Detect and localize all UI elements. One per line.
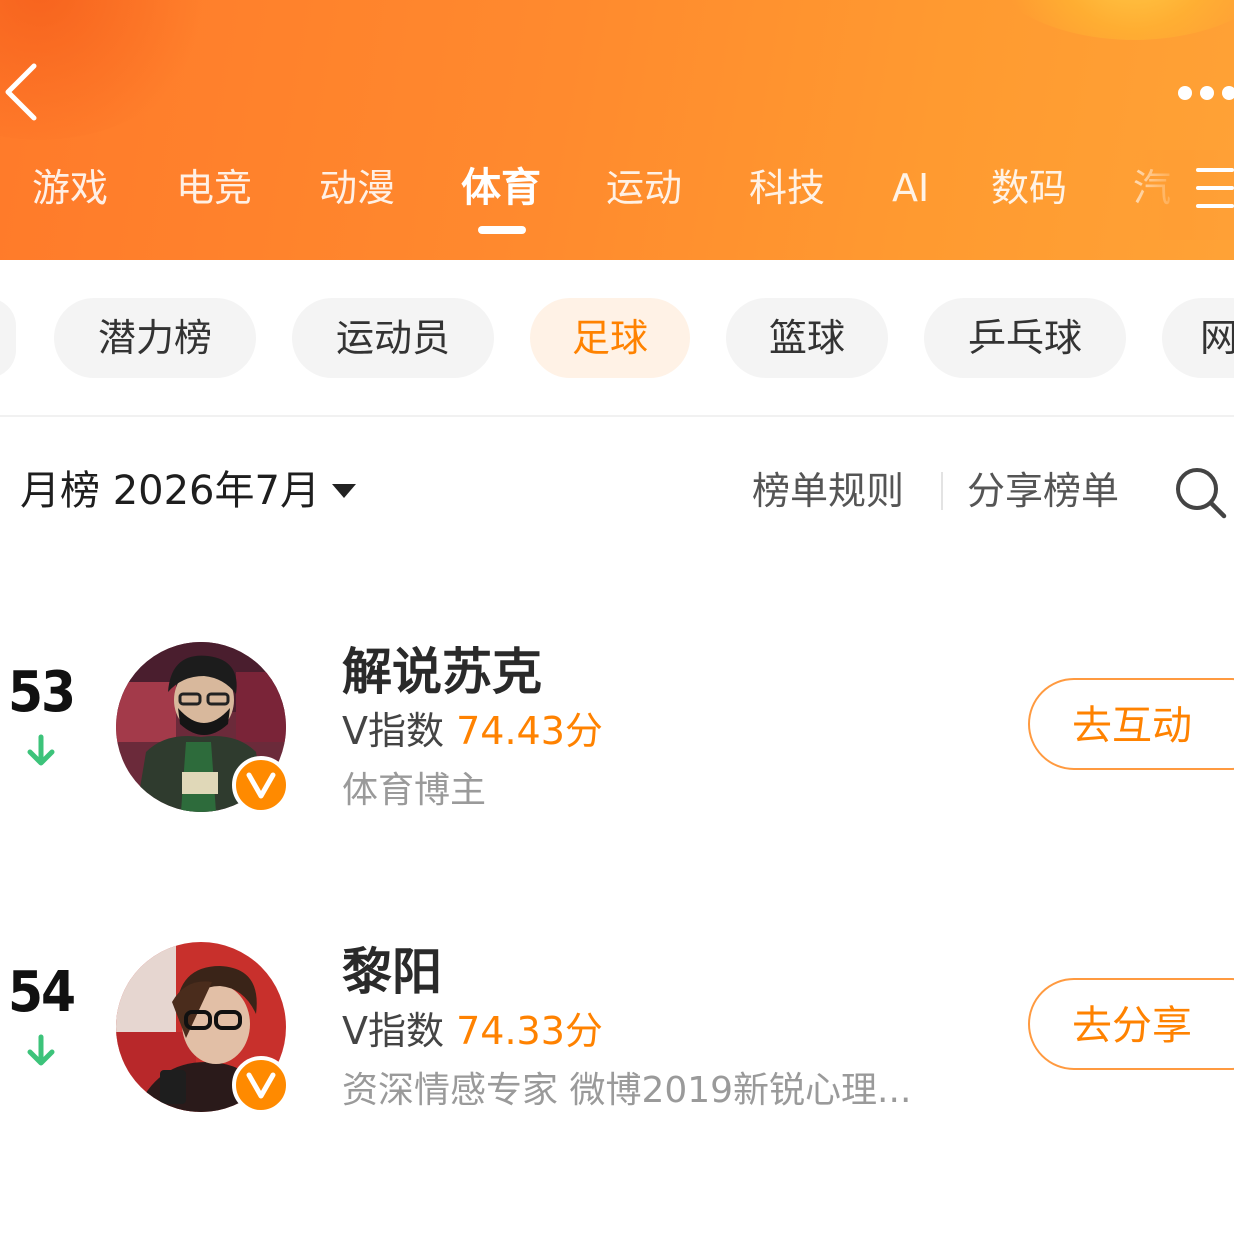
back-button[interactable] bbox=[2, 60, 42, 124]
user-name[interactable]: 解说苏克 bbox=[342, 640, 542, 704]
tab-sports[interactable]: 体育 bbox=[461, 160, 541, 216]
chevron-left-icon bbox=[5, 63, 37, 121]
hamburger-menu-icon[interactable] bbox=[1196, 166, 1234, 210]
more-dots-icon bbox=[1200, 86, 1214, 100]
active-tab-indicator bbox=[478, 226, 526, 234]
interact-button[interactable]: 去互动 bbox=[1028, 678, 1234, 770]
v-index-score: 74.43分 bbox=[456, 709, 603, 753]
category-tabs: 游戏 电竞 动漫 体育 运动 科技 AI 数码 汽 bbox=[0, 160, 1234, 230]
more-button[interactable] bbox=[1174, 82, 1234, 106]
v-index-label: V指数 bbox=[342, 709, 444, 753]
section-divider bbox=[0, 415, 1234, 417]
rank-number: 53 bbox=[8, 660, 76, 725]
user-description: 资深情感专家 微博2019新锐心理... bbox=[342, 1070, 912, 1111]
rank-down-arrow-icon bbox=[26, 734, 56, 768]
user-description: 体育博主 bbox=[342, 770, 487, 811]
more-dots-icon bbox=[1222, 86, 1234, 100]
tab-anime[interactable]: 动漫 bbox=[319, 160, 395, 216]
tab-games[interactable]: 游戏 bbox=[32, 160, 108, 216]
tab-esports[interactable]: 电竞 bbox=[176, 160, 252, 216]
tab-tech[interactable]: 科技 bbox=[749, 160, 825, 216]
share-list-link[interactable]: 分享榜单 bbox=[967, 462, 1119, 520]
rank-down-arrow-icon bbox=[26, 1034, 56, 1068]
v-index-score: 74.33分 bbox=[456, 1009, 603, 1053]
ranking-row[interactable]: 54 黎阳 V指数 74.33分 资深情感专家 微博2019新锐心理... 去分… bbox=[0, 900, 1234, 1114]
tab-ai[interactable]: AI bbox=[892, 160, 929, 216]
filter-separator bbox=[941, 472, 943, 510]
tab-exercise[interactable]: 运动 bbox=[606, 160, 682, 216]
verified-badge-icon bbox=[232, 756, 290, 814]
header-decoration-right bbox=[974, 0, 1234, 40]
verified-badge-icon bbox=[232, 1056, 290, 1114]
chip-basketball[interactable]: 篮球 bbox=[726, 298, 888, 378]
more-dots-icon bbox=[1178, 86, 1192, 100]
chip-football[interactable]: 足球 bbox=[530, 298, 690, 378]
v-index: V指数 74.33分 bbox=[342, 1004, 603, 1058]
search-icon[interactable] bbox=[1174, 466, 1228, 520]
ranking-row[interactable]: 53 解说苏克 V指数 74.43分 体育博主 去互动 bbox=[0, 600, 1234, 814]
v-index: V指数 74.43分 bbox=[342, 704, 603, 758]
period-selector[interactable]: 月榜 2026年7月 bbox=[20, 462, 320, 520]
caret-down-icon[interactable] bbox=[332, 484, 356, 498]
subcategory-chips: 潜力榜 运动员 足球 篮球 乒乓球 网 bbox=[0, 298, 1234, 380]
tab-digital[interactable]: 数码 bbox=[991, 160, 1067, 216]
v-index-label: V指数 bbox=[342, 1009, 444, 1053]
share-button[interactable]: 去分享 bbox=[1028, 978, 1234, 1070]
chip-athletes[interactable]: 运动员 bbox=[292, 298, 494, 378]
top-header: 游戏 电竞 动漫 体育 运动 科技 AI 数码 汽 bbox=[0, 0, 1234, 260]
rules-link[interactable]: 榜单规则 bbox=[752, 462, 904, 520]
chip-previous[interactable] bbox=[0, 298, 16, 378]
chip-table-tennis[interactable]: 乒乓球 bbox=[924, 298, 1126, 378]
chip-tennis[interactable]: 网 bbox=[1162, 298, 1234, 378]
chip-potential[interactable]: 潜力榜 bbox=[54, 298, 256, 378]
rank-number: 54 bbox=[8, 960, 76, 1025]
user-name[interactable]: 黎阳 bbox=[342, 940, 442, 1004]
